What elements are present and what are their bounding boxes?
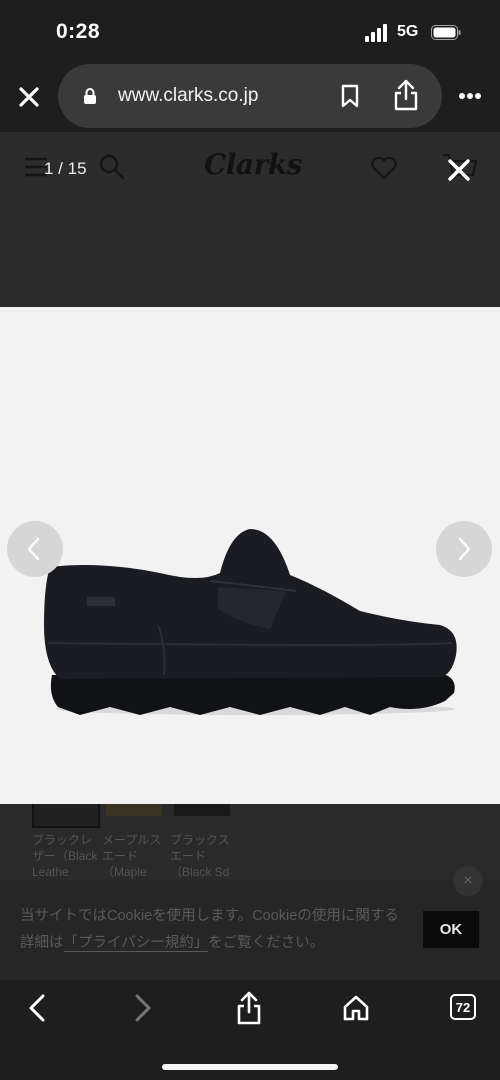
swatch-label: メープルスエード（Maple Sued — [102, 833, 162, 879]
battery-icon — [431, 25, 461, 40]
share-icon[interactable] — [236, 990, 262, 1026]
image-counter: 1 / 15 — [44, 159, 87, 178]
back-icon[interactable] — [26, 993, 48, 1023]
share-icon[interactable] — [393, 78, 419, 112]
search-icon[interactable] — [99, 154, 125, 180]
close-tab-icon[interactable] — [17, 85, 41, 109]
url-text: www.clarks.co.jp — [118, 85, 259, 106]
swatch-black-suede[interactable] — [174, 804, 230, 816]
tabs-button[interactable]: 72 — [450, 994, 476, 1020]
swatch-label: ブラックレザー（Black Leathe — [32, 833, 98, 879]
favorite-heart-icon[interactable] — [370, 156, 398, 180]
cookie-close-button[interactable]: × — [453, 866, 483, 896]
signal-icon — [365, 24, 387, 42]
network-type: 5G — [397, 23, 419, 40]
swatch-label: ブラックスエード（Black Sd — [170, 833, 230, 879]
chevron-left-icon — [27, 537, 40, 561]
privacy-policy-link[interactable]: 「プライバシー規約」 — [63, 935, 209, 952]
lock-icon — [84, 88, 96, 104]
clarks-logo[interactable]: Clarks — [204, 148, 302, 181]
close-gallery-icon[interactable] — [447, 158, 471, 182]
product-shoe-image — [44, 529, 457, 715]
more-options-icon[interactable] — [458, 92, 482, 100]
home-indicator — [162, 1064, 338, 1070]
status-time: 0:28 — [56, 20, 101, 43]
forward-icon[interactable] — [132, 993, 154, 1023]
chevron-right-icon — [458, 537, 471, 561]
swatch-maple-suede[interactable] — [106, 804, 162, 816]
cookie-text-after: をご覧ください。 — [208, 935, 325, 951]
cookie-message: 当サイトではCookieを使用します。Cookieの使用に関する詳細は「プライバ… — [20, 903, 405, 957]
home-icon[interactable] — [342, 994, 370, 1022]
cookie-ok-button[interactable]: OK — [423, 911, 479, 948]
bookmark-icon[interactable] — [340, 84, 360, 108]
swatch-black-leather[interactable] — [32, 804, 100, 828]
